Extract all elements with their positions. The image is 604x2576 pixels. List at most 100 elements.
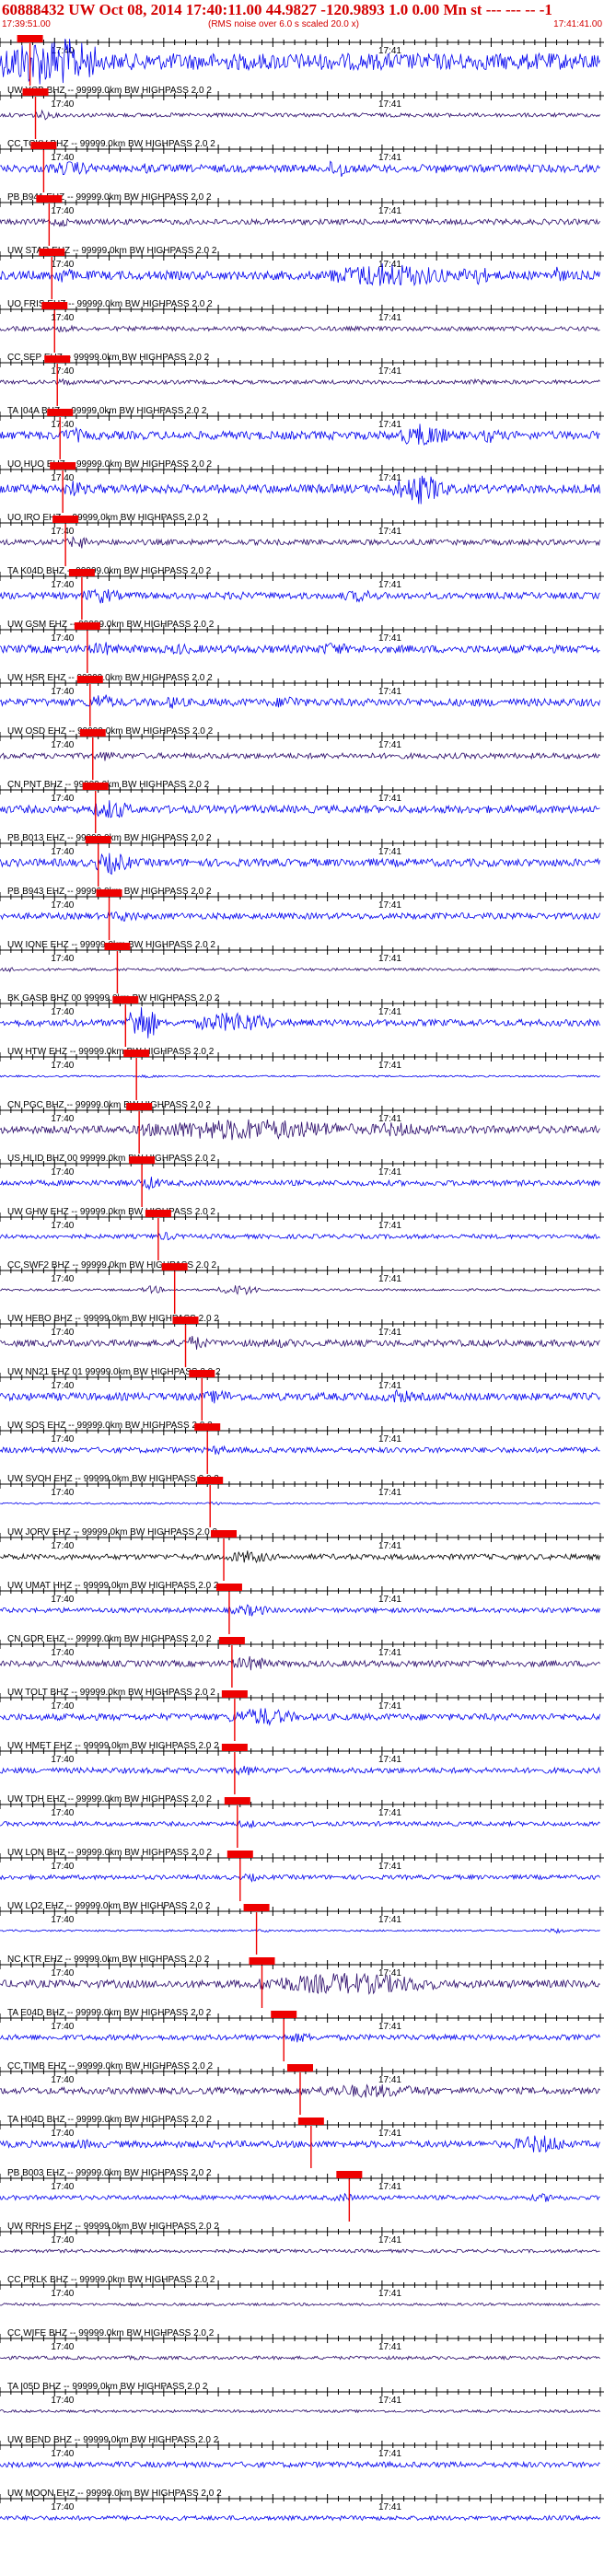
channel-trace-29: UW UMAT HHZ -- 99999.0km BW HIGHPASS 2.0… — [0, 1581, 604, 1634]
waveform — [0, 475, 600, 505]
time-tick-label: 17:41 — [378, 2502, 401, 2512]
channel-trace-27: UW SVOH EHZ -- 99999.0km BW HIGHPASS 2.0… — [0, 1474, 604, 1527]
time-tick-label: 17:41 — [378, 1595, 401, 1605]
waveform — [0, 1073, 600, 1079]
time-tick-label: 17:41 — [378, 1755, 401, 1765]
waveform — [0, 1820, 600, 1829]
time-tick-label: 17:41 — [378, 206, 401, 216]
time-tick-label: 17:40 — [51, 687, 74, 697]
pick-marker — [79, 729, 106, 737]
waveform — [0, 109, 600, 121]
time-tick-label: 17:40 — [51, 2449, 74, 2459]
pick-marker — [211, 1530, 238, 1537]
channel-trace-36: NC KTR EHZ -- 99999.0km BW HIGHPASS 2.0 … — [0, 1955, 604, 2008]
time-tick-label: 17:41 — [378, 1114, 401, 1124]
time-tick-label: 17:40 — [51, 1434, 74, 1445]
seismogram-plot: 17:40 17:41 UW YCB BHZ -- 99999.0km BW HIG… — [0, 35, 604, 2522]
waveform — [0, 642, 600, 656]
time-tick-label: 17:40 — [51, 1595, 74, 1605]
waveform — [0, 751, 600, 761]
waveform — [0, 1708, 600, 1726]
time-tick-label: 17:41 — [378, 2182, 401, 2192]
time-tick-label: 17:40 — [51, 1862, 74, 1872]
pick-marker — [44, 355, 71, 363]
time-tick-label: 17:40 — [51, 954, 74, 964]
time-tick-label: 17:40 — [51, 1808, 74, 1818]
channel-label: UW HSR EHZ -- 99999.0km BW HIGHPASS 2.0 … — [7, 673, 213, 683]
time-tick-label: 17:41 — [378, 2235, 401, 2245]
waveform — [0, 160, 600, 177]
channel-label: CC PRLK BHZ -- 99999.0km BW HIGHPASS 2.0… — [7, 2275, 215, 2285]
channel-label: CC TIMB EHZ -- 99999.0km BW HIGHPASS 2.0… — [7, 2061, 213, 2071]
time-tick-label: 17:40 — [51, 1968, 74, 1978]
channel-trace-1: UW YCB BHZ -- 99999.0km BW HIGHPASS 2.0 … — [0, 86, 604, 139]
plot-header: 60888432 UW Oct 08, 2014 17:40:11.00 44.… — [0, 0, 604, 31]
time-tick-label: 17:40 — [51, 1167, 74, 1178]
waveform — [0, 1285, 600, 1295]
time-tick-label: 17:41 — [378, 633, 401, 644]
waveform — [0, 1335, 600, 1350]
time-tick-label: 17:41 — [378, 1328, 401, 1338]
channel-label: UW NN21 EHZ 01 99999.0km BW HIGHPASS 2.0… — [7, 1367, 221, 1377]
channel-trace-14: CN PNT BHZ -- 99999.0km BW HIGHPASS 2.0 … — [0, 780, 604, 833]
channel-label: CC WIFE BHZ -- 99999.0km BW HIGHPASS 2.0… — [7, 2328, 215, 2338]
time-tick-label: 17:40 — [51, 2235, 74, 2245]
channel-label: TA I04A BHZ -- 99999.0km BW HIGHPASS 2.0… — [7, 406, 207, 416]
waveform — [0, 424, 600, 447]
time-tick-label: 17:41 — [378, 847, 401, 857]
waveform — [0, 377, 600, 387]
channel-trace-10: TA K04D BHZ -- 99999.0km BW HIGHPASS 2.0… — [0, 566, 604, 620]
time-tick-label: 17:40 — [51, 1648, 74, 1658]
time-tick-label: 17:41 — [378, 473, 401, 483]
time-tick-label: 17:41 — [378, 1167, 401, 1178]
time-tick-label: 17:40 — [51, 1274, 74, 1284]
pick-marker — [297, 2118, 324, 2125]
channel-trace-17: UW IONE EHZ -- 99999.0km BW HIGHPASS 2.0… — [0, 940, 604, 993]
waveform — [0, 911, 600, 922]
time-tick-label: 17:40 — [51, 2342, 74, 2352]
channel-trace-4: UW STAR EHZ -- 99999.0km BW HIGHPASS 2.0… — [0, 246, 604, 299]
pick-marker — [172, 1317, 199, 1324]
time-tick-label: 17:41 — [378, 794, 401, 804]
channel-trace-45: UW BEND BHZ -- 99999.0km BW HIGHPASS 2.0… — [0, 2435, 604, 2469]
time-tick-label: 17:41 — [378, 420, 401, 430]
channel-trace-28: UW JORV EHZ -- 99999.0km BW HIGHPASS 2.0… — [0, 1527, 604, 1581]
time-tick-label: 17:41 — [378, 46, 401, 56]
pick-marker — [194, 1423, 221, 1431]
time-tick-label: 17:41 — [378, 1488, 401, 1498]
time-tick-label: 17:41 — [378, 2342, 401, 2352]
waveform — [0, 1119, 600, 1141]
waveform — [0, 2135, 600, 2153]
pick-marker — [218, 1637, 245, 1644]
time-tick-label: 17:41 — [378, 1434, 401, 1445]
waveform — [0, 967, 600, 973]
time-tick-label: 17:40 — [51, 2289, 74, 2299]
channel-label: UW SVOH EHZ -- 99999.0km BW HIGHPASS 2.0… — [7, 1474, 219, 1484]
pick-marker — [22, 88, 49, 96]
waveform — [0, 536, 600, 549]
channel-trace-43: CC WIFE BHZ -- 99999.0km BW HIGHPASS 2.0… — [0, 2328, 604, 2361]
pick-marker — [336, 2171, 363, 2178]
channel-trace-15: PB B013 EHZ -- 99999.0km BW HIGHPASS 2.0… — [0, 833, 604, 887]
time-tick-label: 17:40 — [51, 1541, 74, 1551]
waveform — [0, 263, 600, 287]
time-tick-label: 17:40 — [51, 2502, 74, 2512]
channel-label: UW LON BHZ -- 99999.0km BW HIGHPASS 2.0 … — [7, 1848, 213, 1858]
time-tick-label: 17:40 — [51, 206, 74, 216]
channel-label: UW TDH EHZ -- 99999.0km BW HIGHPASS 2.0 … — [7, 1794, 212, 1804]
channel-label: UW HTW EHZ -- 99999.0km BW HIGHPASS 2.0 … — [7, 1047, 215, 1057]
channel-label: UW RRHS EHZ -- 99999.0km BW HIGHPASS 2.0… — [7, 2222, 219, 2232]
channel-trace-44: TA I05D BHZ -- 99999.0km BW HIGHPASS 2.0… — [0, 2382, 604, 2414]
channel-trace-40: PB B003 EHZ -- 99999.0km BW HIGHPASS 2.0… — [0, 2168, 604, 2222]
channel-label: UW MOON EHZ -- 99999.0km BW HIGHPASS 2.0… — [7, 2489, 222, 2499]
time-tick-label: 17:40 — [51, 260, 74, 270]
channel-label: UW SOS EHZ -- 99999.0km BW HIGHPASS 2.0 … — [7, 1421, 213, 1431]
channel-trace-30: CN GDR EHZ -- 99999.0km BW HIGHPASS 2.0 … — [0, 1634, 604, 1688]
channel-trace-23: CC SWF2 BHZ -- 99999.0km BW HIGHPASS 2.0… — [0, 1260, 604, 1314]
channel-trace-38: CC TIMB EHZ -- 99999.0km BW HIGHPASS 2.0… — [0, 2061, 604, 2115]
time-tick-label: 17:40 — [51, 633, 74, 644]
pick-marker — [161, 1263, 188, 1271]
time-tick-label: 17:40 — [51, 740, 74, 750]
time-tick-label: 17:41 — [378, 1541, 401, 1551]
time-tick-label: 17:41 — [378, 1381, 401, 1391]
